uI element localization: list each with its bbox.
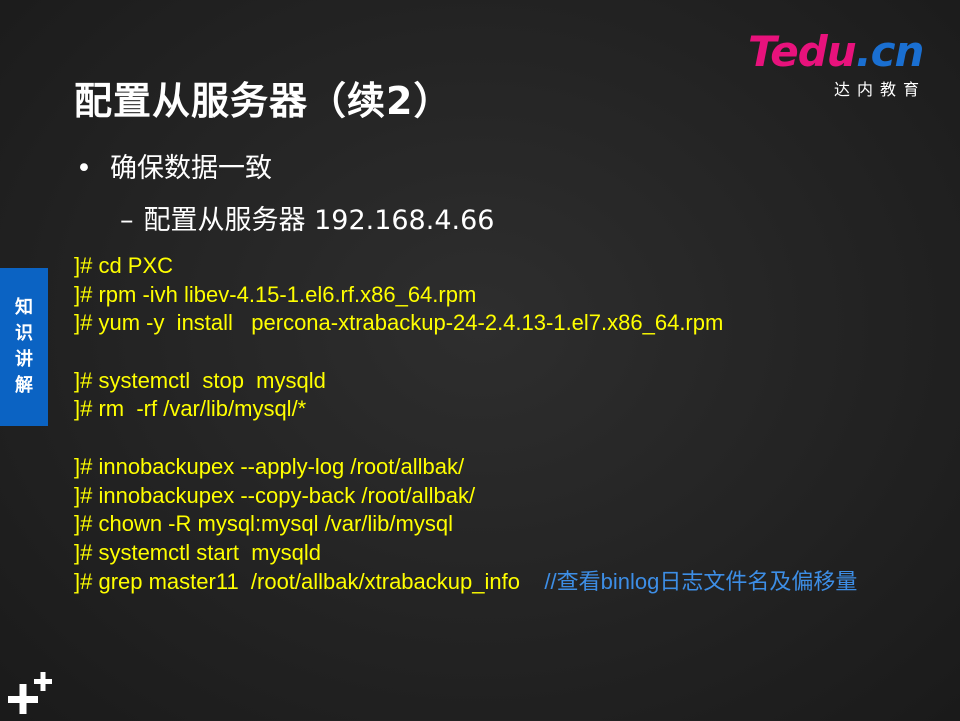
dash-icon: –	[120, 205, 134, 236]
code-line: ]# rm -rf /var/lib/mysql/*	[74, 396, 307, 422]
logo-subtitle: 达内教育	[833, 80, 926, 99]
logo-suffix: .cn	[855, 27, 925, 76]
code-line: ]# cd PXC	[74, 253, 174, 278]
code-line: ]# innobackupex --apply-log /root/allbak…	[74, 453, 465, 479]
bullet-dot-icon: •	[76, 153, 92, 184]
logo-wordmark: Tedu.cn	[748, 27, 925, 76]
code-line: ]# chown -R mysql:mysql /var/lib/mysql	[74, 511, 453, 537]
side-tab-char: 知	[15, 297, 33, 318]
tedu-logo: Tedu.cn 达内教育	[748, 27, 928, 100]
sub-bullet-text: 配置从服务器 192.168.4.66	[143, 205, 495, 236]
code-line: ]# systemctl start mysqld	[74, 539, 321, 565]
bullet-item: • 确保数据一致	[76, 146, 272, 185]
slide-title: 配置从服务器（续2）	[74, 79, 453, 123]
code-comment: //查看binlog日志文件名及偏移量	[544, 568, 858, 594]
plus-plus-icon	[6, 670, 54, 716]
code-line: ]# innobackupex --copy-back /root/allbak…	[74, 482, 476, 508]
code-command: ]# grep master11 /root/allbak/xtrabackup…	[74, 568, 520, 594]
side-tab-knowledge: 知 识 讲 解	[0, 268, 48, 426]
side-tab-char: 解	[15, 375, 33, 396]
code-line: ]# systemctl stop mysqld	[74, 367, 326, 393]
side-tab-char: 识	[15, 323, 33, 344]
logo-prefix: Tedu	[748, 27, 857, 76]
code-line-with-comment: ]# grep master11 /root/allbak/xtrabackup…	[74, 568, 904, 597]
code-line: ]# rpm -ivh libev-4.15-1.el6.rf.x86_64.r…	[74, 281, 477, 307]
bullet-text: 确保数据一致	[110, 153, 272, 184]
code-block: ]# cd PXC ]# rpm -ivh libev-4.15-1.el6.r…	[74, 252, 904, 596]
code-line: ]# yum -y install percona-xtrabackup-24-…	[74, 310, 724, 336]
side-tab-char: 讲	[15, 349, 33, 370]
sub-bullet-item: – 配置从服务器 192.168.4.66	[120, 198, 494, 237]
